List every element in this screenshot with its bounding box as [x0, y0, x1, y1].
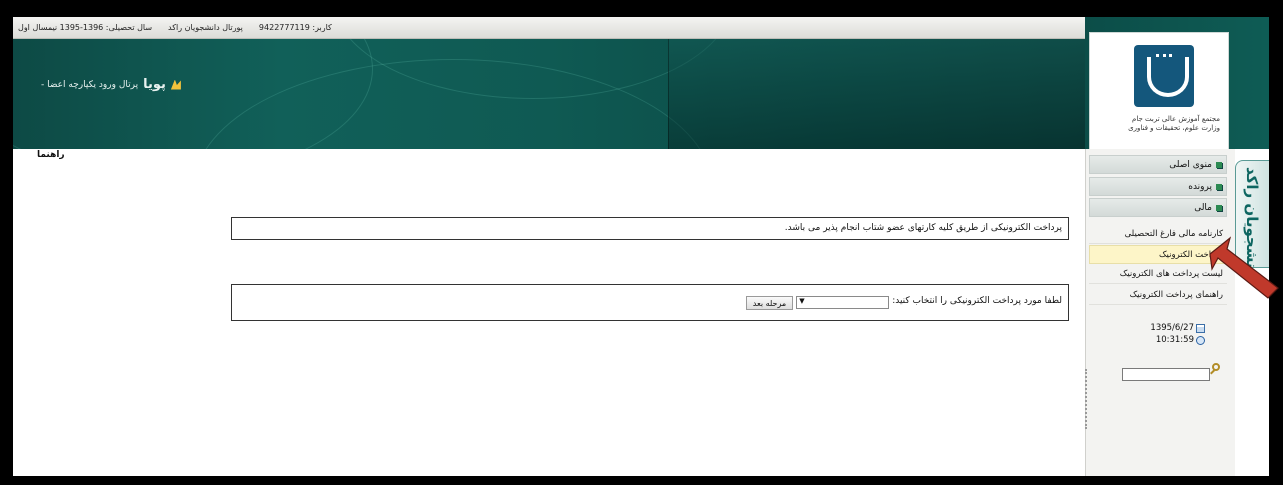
payment-form: لطفا مورد پرداخت الکترونیکی را انتخاب کن…	[231, 284, 1069, 321]
academic-year: سال تحصیلی: 1396-1395 نیمسال اول	[18, 23, 153, 32]
calendar-icon	[1196, 323, 1205, 333]
emblem-icon	[1134, 45, 1194, 107]
menu-header-financial[interactable]: مالی	[1089, 198, 1227, 217]
date-display: 1395/6/27	[1150, 323, 1205, 333]
portal-name: پورتال دانشجویان راکد	[168, 23, 243, 32]
university-logo: مجتمع آموزش عالی تربت جام وزارت علوم، تح…	[1089, 32, 1229, 150]
menu-header-main[interactable]: منوی اصلی	[1089, 155, 1227, 174]
next-step-button[interactable]: مرحله بعد	[745, 296, 794, 310]
brand-block[interactable]: - پرتال ورود یکپارچه اعضا پویا	[41, 77, 181, 92]
red-arrow-annotation	[1209, 236, 1279, 299]
select-label: لطفا مورد پرداخت الکترونیکی را انتخاب کن…	[892, 296, 1062, 306]
bullet-icon	[1216, 161, 1222, 168]
user-id: کاربر: 9422777119	[258, 23, 332, 32]
banner-panel	[668, 39, 1085, 149]
bullet-icon	[1216, 183, 1222, 190]
time-display: 10:31:59	[1156, 335, 1205, 345]
notice-box: پرداخت الکترونیکی از طریق کلیه کارتهای ع…	[231, 217, 1069, 240]
payment-type-select[interactable]: ▼	[796, 296, 890, 309]
bullet-icon	[1216, 204, 1222, 211]
header-banner: - پرتال ورود یکپارچه اعضا پویا	[13, 39, 1085, 149]
pooya-logo-icon	[170, 79, 181, 90]
logo-caption: مجتمع آموزش عالی تربت جام وزارت علوم، تح…	[1128, 115, 1220, 132]
resize-handle[interactable]	[1085, 369, 1090, 429]
search-icon[interactable]	[1212, 363, 1220, 371]
clock-icon	[1196, 335, 1205, 345]
info-bar: کاربر: 9422777119 پورتال دانشجویان راکد …	[13, 17, 1085, 39]
brand-tagline: - پرتال ورود یکپارچه اعضا	[41, 79, 139, 90]
breadcrumb[interactable]: راهنما	[37, 150, 65, 160]
notice-text: پرداخت الکترونیکی از طریق کلیه کارتهای ع…	[784, 223, 1062, 233]
chevron-down-icon: ▼	[799, 297, 805, 305]
app-window: کاربر: 9422777119 پورتال دانشجویان راکد …	[13, 17, 1269, 476]
brand-name: پویا	[143, 77, 166, 92]
menu-header-file[interactable]: پرونده	[1089, 177, 1227, 196]
search-input[interactable]	[1122, 368, 1210, 381]
sidebar: منوی اصلی پرونده مالی کارنامه مالی فارغ …	[1085, 149, 1235, 476]
